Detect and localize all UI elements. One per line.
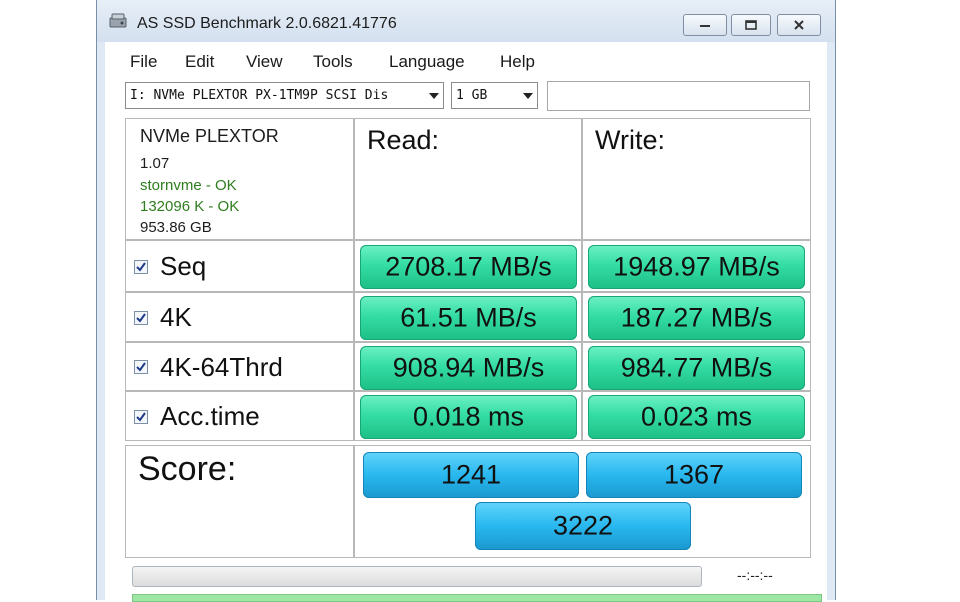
4k-read-cell: 61.51 MB/s: [354, 292, 582, 342]
chevron-down-icon: [429, 93, 439, 99]
acc-time-write-result: 0.023 ms: [588, 395, 805, 439]
acc-time-read-value: 0.018 ms: [412, 401, 525, 432]
seq-label: Seq: [160, 251, 207, 281]
alignment-status: 132096 K - OK: [140, 198, 240, 215]
4k-write-result: 187.27 MB/s: [588, 296, 805, 340]
toolbar: I: NVMe PLEXTOR PX-1TM9P SCSI Dis 1 GB: [105, 78, 827, 114]
write-header-label: Write:: [595, 125, 666, 155]
drive-info-panel: NVMe PLEXTOR 1.07 stornvme - OK 132096 K…: [125, 118, 354, 240]
size-select-value: 1 GB: [456, 88, 488, 103]
acc-time-read-cell: 0.018 ms: [354, 391, 582, 441]
acc-time-write-cell: 0.023 ms: [582, 391, 811, 441]
4k-label: 4K: [160, 302, 192, 332]
4k-64thrd-write-result: 984.77 MB/s: [588, 346, 805, 390]
4k-64thrd-read-result: 908.94 MB/s: [360, 346, 577, 390]
menu-tools[interactable]: Tools: [313, 52, 353, 72]
read-header-label: Read:: [367, 125, 440, 155]
score-panel: 1241 1367 3222: [354, 445, 811, 558]
score-label-cell: Score:: [125, 445, 354, 558]
maximize-icon: [745, 20, 757, 30]
close-button[interactable]: [777, 14, 821, 36]
4k-checkbox[interactable]: [134, 311, 148, 325]
acc-time-label: Acc.time: [160, 401, 260, 431]
checkmark-icon: [136, 362, 146, 372]
menu-file[interactable]: File: [130, 52, 157, 72]
results-grid: NVMe PLEXTOR 1.07 stornvme - OK 132096 K…: [125, 118, 811, 558]
write-score: 1367: [586, 452, 802, 498]
read-score-value: 1241: [440, 459, 502, 490]
elapsed-time: --:--:--: [737, 567, 773, 583]
drive-select-value: I: NVMe PLEXTOR PX-1TM9P SCSI Dis: [130, 88, 389, 103]
driver-status: stornvme - OK: [140, 177, 237, 194]
4k-64thrd-label: 4K-64Thrd: [160, 352, 283, 382]
app-window: AS SSD Benchmark 2.0.6821.41776 File Edi…: [96, 0, 836, 602]
minimize-button[interactable]: [683, 14, 727, 36]
write-score-value: 1367: [663, 459, 725, 490]
score-label: Score:: [138, 450, 237, 488]
4k-64thrd-read-value: 908.94 MB/s: [392, 352, 545, 383]
4k-read-value: 61.51 MB/s: [400, 302, 537, 333]
4k-64thrd-checkbox[interactable]: [134, 360, 148, 374]
4k-read-result: 61.51 MB/s: [360, 296, 577, 340]
name-field[interactable]: [547, 81, 810, 111]
checkmark-icon: [136, 412, 146, 422]
test-row-4k: 4K: [125, 292, 354, 342]
4k-64thrd-write-cell: 984.77 MB/s: [582, 342, 811, 391]
menu-help[interactable]: Help: [500, 52, 535, 72]
4k-64thrd-read-cell: 908.94 MB/s: [354, 342, 582, 391]
menu-bar: File Edit View Tools Language Help: [105, 42, 827, 78]
maximize-button[interactable]: [731, 14, 771, 36]
chevron-down-icon: [523, 93, 533, 99]
menu-view[interactable]: View: [246, 52, 283, 72]
window-title: AS SSD Benchmark 2.0.6821.41776: [137, 15, 397, 32]
progress-bar: [132, 566, 702, 587]
test-row-acc-time: Acc.time: [125, 391, 354, 441]
test-row-4k-64thrd: 4K-64Thrd: [125, 342, 354, 391]
size-select[interactable]: 1 GB: [451, 82, 538, 109]
seq-write-cell: 1948.97 MB/s: [582, 240, 811, 292]
drive-select[interactable]: I: NVMe PLEXTOR PX-1TM9P SCSI Dis: [125, 82, 444, 109]
seq-read-value: 2708.17 MB/s: [385, 251, 552, 282]
checkmark-icon: [136, 262, 146, 272]
checkmark-icon: [136, 313, 146, 323]
drive-capacity: 953.86 GB: [140, 219, 212, 236]
total-score: 3222: [475, 502, 691, 550]
test-row-seq: Seq: [125, 240, 354, 292]
acc-time-checkbox[interactable]: [134, 410, 148, 424]
total-score-value: 3222: [552, 510, 614, 541]
close-icon: [794, 20, 804, 30]
seq-write-result: 1948.97 MB/s: [588, 245, 805, 289]
menu-edit[interactable]: Edit: [185, 52, 214, 72]
4k-write-cell: 187.27 MB/s: [582, 292, 811, 342]
acc-time-write-value: 0.023 ms: [640, 401, 753, 432]
seq-read-result: 2708.17 MB/s: [360, 245, 577, 289]
acc-time-read-result: 0.018 ms: [360, 395, 577, 439]
read-column-header: Read:: [354, 118, 582, 240]
drive-name: NVMe PLEXTOR: [140, 126, 279, 146]
seq-read-cell: 2708.17 MB/s: [354, 240, 582, 292]
4k-64thrd-write-value: 984.77 MB/s: [620, 352, 773, 383]
seq-checkbox[interactable]: [134, 260, 148, 274]
status-bar: [132, 594, 822, 602]
title-bar[interactable]: AS SSD Benchmark 2.0.6821.41776: [97, 0, 835, 42]
drive-app-icon: [109, 13, 127, 28]
4k-write-value: 187.27 MB/s: [620, 302, 773, 333]
write-column-header: Write:: [582, 118, 811, 240]
read-score: 1241: [363, 452, 579, 498]
menu-language[interactable]: Language: [389, 52, 465, 72]
seq-write-value: 1948.97 MB/s: [613, 251, 780, 282]
client-area: File Edit View Tools Language Help I: NV…: [105, 42, 827, 602]
minimize-icon: [700, 25, 710, 27]
drive-firmware: 1.07: [140, 155, 170, 172]
